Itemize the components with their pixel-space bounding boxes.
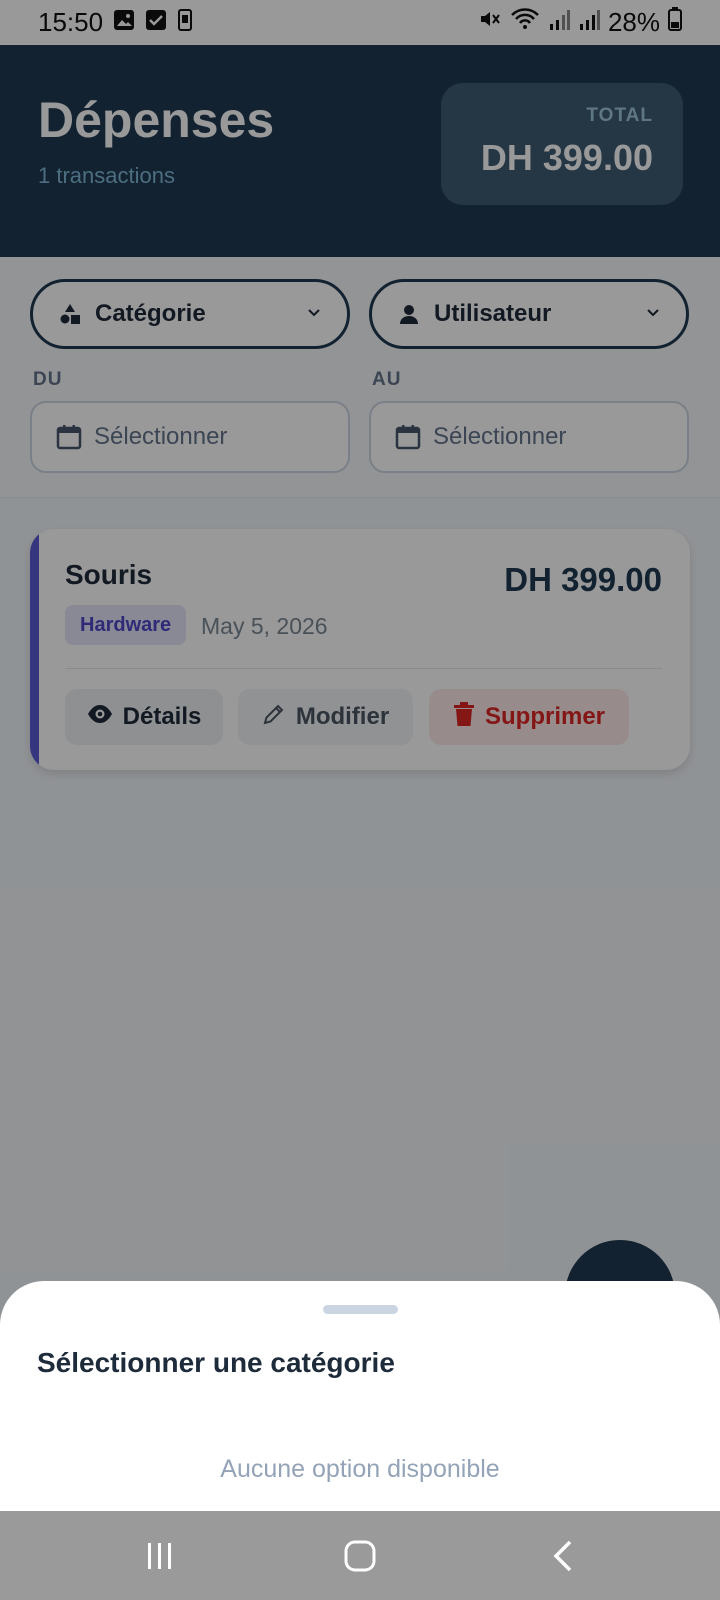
recent-apps-button[interactable] [130, 1531, 190, 1581]
sheet-title: Sélectionner une catégorie [37, 1347, 395, 1378]
back-icon [553, 1540, 572, 1572]
home-button[interactable] [330, 1531, 390, 1581]
recent-apps-icon [148, 1543, 171, 1569]
back-button[interactable] [533, 1531, 593, 1581]
sheet-drag-handle[interactable] [323, 1305, 398, 1314]
empty-options-message: Aucune option disponible [220, 1455, 500, 1483]
category-bottom-sheet: Sélectionner une catégorie Aucune option… [0, 1281, 720, 1511]
system-nav-bar [0, 1511, 720, 1600]
home-icon [344, 1540, 376, 1572]
